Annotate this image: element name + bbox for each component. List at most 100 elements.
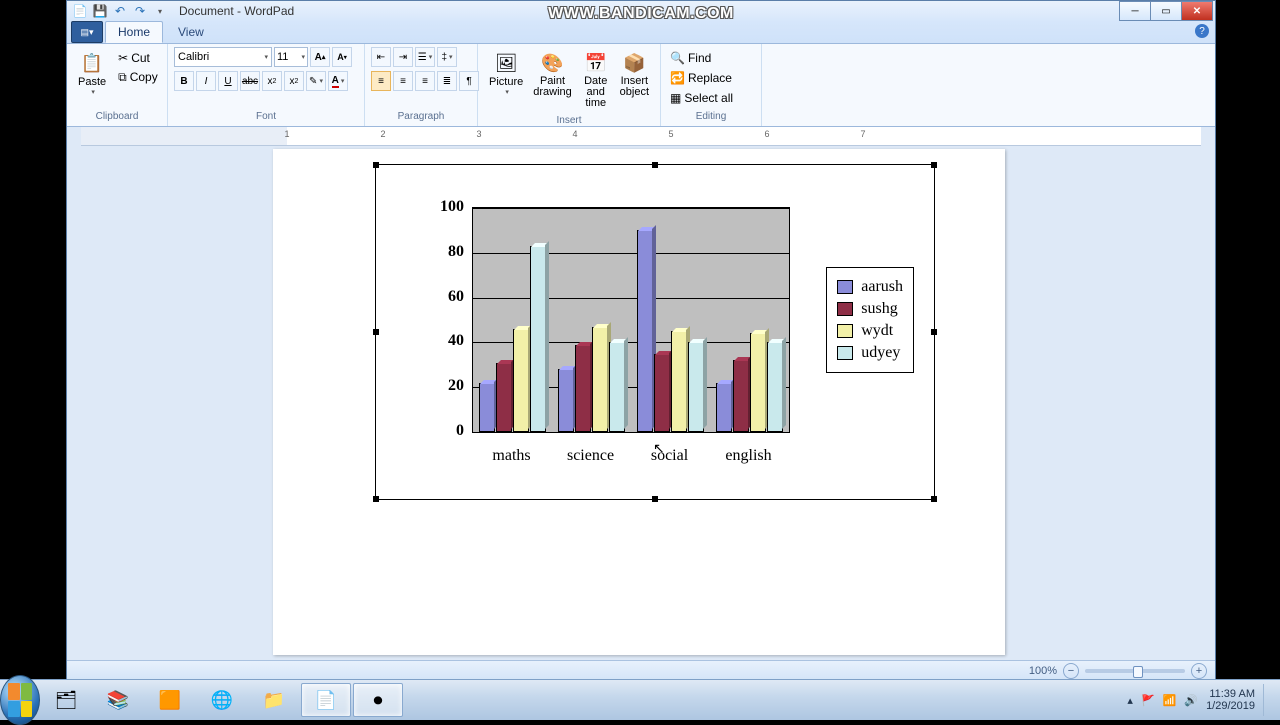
shrink-font-button[interactable]: A▾ xyxy=(332,47,352,67)
zoom-out-button[interactable]: − xyxy=(1063,663,1079,679)
chevron-down-icon: ▾ xyxy=(319,77,323,85)
show-desktop-button[interactable] xyxy=(1263,684,1274,716)
group-paragraph: ⇤ ⇥ ☰▾ ‡▾ ≡ ≡ ≡ ≣ ¶ Paragraph xyxy=(365,44,478,126)
wordpad-app-icon[interactable]: 📄 xyxy=(71,2,89,20)
object-icon: 📦 xyxy=(621,50,647,76)
tab-home[interactable]: Home xyxy=(105,21,163,43)
title-bar: 📄 💾 ↶ ↷ ▾ Document - WordPad ─ ▭ ✕ xyxy=(67,1,1215,21)
page[interactable]: ↖ 020406080100 mathssciencesocialenglish… xyxy=(273,149,1005,655)
help-icon[interactable]: ? xyxy=(1195,24,1209,38)
paste-button[interactable]: 📋 Paste ▾ xyxy=(73,47,111,99)
tray-clock[interactable]: 11:39 AM 1/29/2019 xyxy=(1206,688,1255,712)
bar xyxy=(479,383,495,432)
increase-indent-button[interactable]: ⇥ xyxy=(393,47,413,67)
strikethrough-button[interactable]: abc xyxy=(240,71,260,91)
tray-network-icon[interactable]: 📶 xyxy=(1163,694,1177,707)
taskbar-app-bandicam[interactable]: ⏺ xyxy=(353,683,403,717)
align-right-button[interactable]: ≡ xyxy=(415,71,435,91)
align-left-button[interactable]: ≡ xyxy=(371,71,391,91)
tray-date: 1/29/2019 xyxy=(1206,700,1255,712)
taskbar-app-chrome[interactable]: 🌐 xyxy=(197,683,247,717)
cut-label: Cut xyxy=(131,51,150,65)
group-label: Insert xyxy=(478,115,660,126)
bold-button[interactable]: B xyxy=(174,71,194,91)
subscript-button[interactable]: x2 xyxy=(262,71,282,91)
tray-volume-icon[interactable]: 🔊 xyxy=(1184,694,1198,707)
chevron-down-icon: ▾ xyxy=(341,77,345,85)
y-axis: 020406080100 xyxy=(424,207,468,445)
bullets-button[interactable]: ☰▾ xyxy=(415,47,435,67)
italic-button[interactable]: I xyxy=(196,71,216,91)
horizontal-ruler[interactable]: 1234567 xyxy=(81,127,1201,146)
bar xyxy=(575,345,591,432)
windows-taskbar: 🗂 📚 🟧 🌐 📁 📄 ⏺ ▴ 🚩 📶 🔊 11:39 AM 1/29/2019 xyxy=(0,679,1280,720)
bar-group xyxy=(558,327,626,432)
ribbon: 📋 Paste ▾ ✂Cut ⧉Copy Clipboard Calibri▾ … xyxy=(67,43,1215,127)
save-icon[interactable]: 💾 xyxy=(91,2,109,20)
select-all-icon: ▦ xyxy=(670,91,681,105)
bar xyxy=(750,333,766,432)
ribbon-tabs: ▤▾ Home View ? xyxy=(67,21,1215,43)
x-tick-label: maths xyxy=(492,447,530,465)
cut-button[interactable]: ✂Cut xyxy=(115,49,161,67)
show-hidden-icons[interactable]: ▴ xyxy=(1127,694,1133,707)
zoom-in-button[interactable]: + xyxy=(1191,663,1207,679)
insert-object-button[interactable]: 📦Insert object xyxy=(615,47,654,101)
start-button[interactable] xyxy=(0,680,40,720)
superscript-button[interactable]: x2 xyxy=(284,71,304,91)
taskbar-app-explorer2[interactable]: 📁 xyxy=(249,683,299,717)
select-all-button[interactable]: ▦Select all xyxy=(667,89,736,107)
zoom-slider[interactable] xyxy=(1085,669,1185,673)
paint-drawing-button[interactable]: 🎨Paint drawing xyxy=(528,47,577,101)
copy-button[interactable]: ⧉Copy xyxy=(115,68,161,86)
qat-customize-icon[interactable]: ▾ xyxy=(151,2,169,20)
picture-icon: 🖼 xyxy=(493,50,519,76)
wordpad-window: 📄 💾 ↶ ↷ ▾ Document - WordPad ─ ▭ ✕ WWW.B… xyxy=(66,0,1216,682)
ruler-number: 6 xyxy=(764,129,769,139)
replace-button[interactable]: 🔁Replace xyxy=(667,69,736,87)
font-color-button[interactable]: A▾ xyxy=(328,71,348,91)
paragraph-dialog-button[interactable]: ¶ xyxy=(459,71,479,91)
align-center-button[interactable]: ≡ xyxy=(393,71,413,91)
font-size-value: 11 xyxy=(277,51,288,63)
x-tick-label: social xyxy=(651,447,688,465)
copy-icon: ⧉ xyxy=(118,70,127,85)
find-button[interactable]: 🔍Find xyxy=(667,49,736,67)
slider-thumb[interactable] xyxy=(1133,666,1143,678)
undo-icon[interactable]: ↶ xyxy=(111,2,129,20)
group-label: Editing xyxy=(661,111,761,126)
embedded-chart-object[interactable]: ↖ 020406080100 mathssciencesocialenglish… xyxy=(375,164,935,500)
app-menu-button[interactable]: ▤▾ xyxy=(71,21,103,43)
taskbar-app-libraries[interactable]: 📚 xyxy=(93,683,143,717)
highlight-button[interactable]: ✎▾ xyxy=(306,71,326,91)
highlighter-icon: ✎ xyxy=(309,76,317,87)
picture-button[interactable]: 🖼Picture▾ xyxy=(484,47,528,99)
tab-view[interactable]: View xyxy=(165,21,217,43)
taskbar-app-wordpad[interactable]: 📄 xyxy=(301,683,351,717)
bar xyxy=(530,246,546,432)
tray-flag-icon[interactable]: 🚩 xyxy=(1141,694,1155,707)
maximize-button[interactable]: ▭ xyxy=(1150,1,1182,21)
group-label: Paragraph xyxy=(365,111,477,126)
taskbar-app-explorer[interactable]: 🗂 xyxy=(41,683,91,717)
underline-button[interactable]: U xyxy=(218,71,238,91)
bar xyxy=(609,342,625,432)
font-size-combo[interactable]: 11▾ xyxy=(274,47,308,67)
group-font: Calibri▾ 11▾ A▴ A▾ B I U abc x2 x2 ✎▾ A▾… xyxy=(168,44,365,126)
font-name-combo[interactable]: Calibri▾ xyxy=(174,47,272,67)
line-spacing-button[interactable]: ‡▾ xyxy=(437,47,457,67)
group-label: Font xyxy=(168,111,364,126)
taskbar-app-media[interactable]: 🟧 xyxy=(145,683,195,717)
grow-font-button[interactable]: A▴ xyxy=(310,47,330,67)
minimize-button[interactable]: ─ xyxy=(1119,1,1151,21)
palette-icon: 🎨 xyxy=(540,50,566,76)
bar xyxy=(767,342,783,432)
close-button[interactable]: ✕ xyxy=(1181,1,1213,21)
date-time-button[interactable]: 📅Date and time xyxy=(577,47,615,112)
decrease-indent-button[interactable]: ⇤ xyxy=(371,47,391,67)
datetime-label: Date and time xyxy=(582,76,610,109)
redo-icon[interactable]: ↷ xyxy=(131,2,149,20)
legend-swatch xyxy=(837,324,853,338)
bar-group xyxy=(637,230,705,432)
justify-button[interactable]: ≣ xyxy=(437,71,457,91)
